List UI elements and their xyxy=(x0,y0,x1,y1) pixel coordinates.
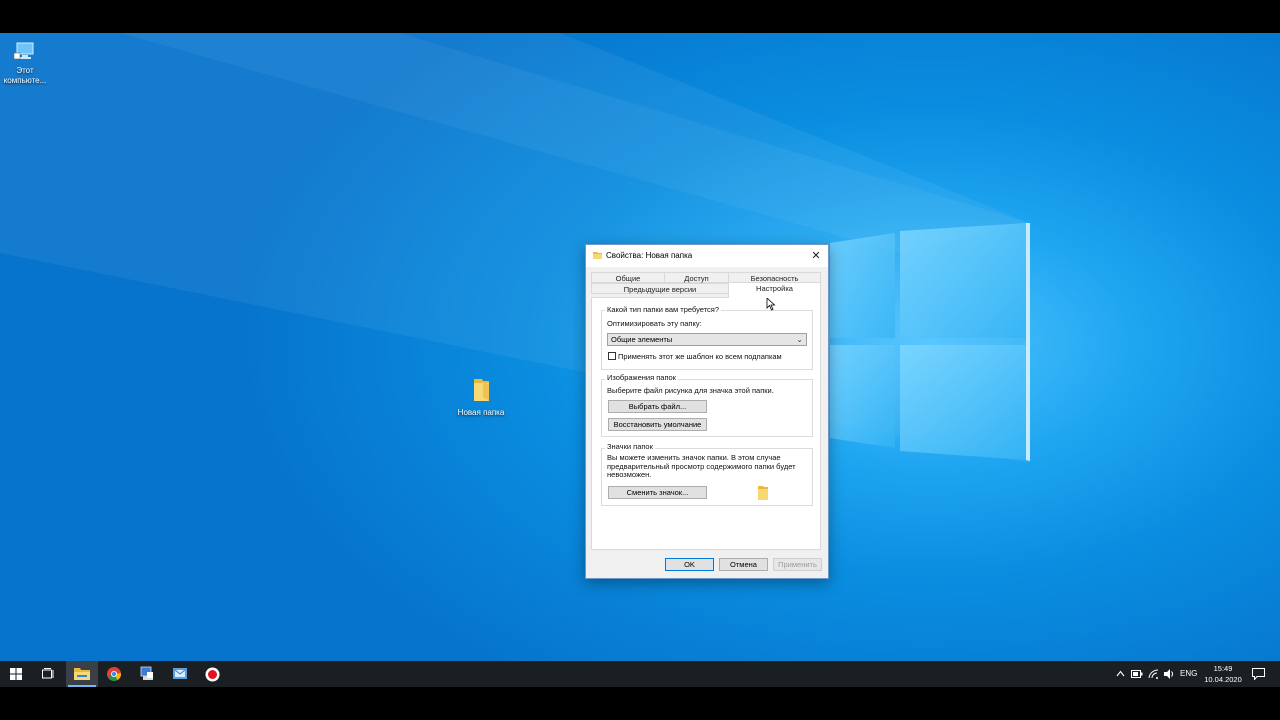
clock-time: 15:49 xyxy=(1213,664,1233,673)
tab-previous-versions-label: Предыдущие версии xyxy=(623,285,697,294)
letterbox-bottom xyxy=(0,687,1280,720)
customize-panel: Какой тип папки вам требуется? Оптимизир… xyxy=(591,297,821,550)
apply-template-checkbox[interactable] xyxy=(608,352,616,360)
close-icon[interactable]: ✕ xyxy=(808,248,824,264)
tab-customize-label: Настройка xyxy=(756,284,793,293)
mail-taskbar-button[interactable] xyxy=(164,661,196,687)
change-icon-button[interactable]: Сменить значок... xyxy=(608,486,707,499)
clock-date: 10.04.2020 xyxy=(1204,675,1242,684)
tab-general-label: Общие xyxy=(615,274,641,283)
this-pc-label-1: Этот xyxy=(16,66,34,75)
mouse-cursor-icon xyxy=(766,297,776,311)
volume-icon[interactable] xyxy=(1164,669,1175,679)
folder-preview-icon xyxy=(758,486,768,500)
record-taskbar-button[interactable] xyxy=(197,661,229,687)
folder-type-legend: Какой тип папки вам требуется? xyxy=(605,305,722,314)
clock[interactable]: 15:49 10.04.2020 xyxy=(1200,663,1246,685)
app-taskbar-button[interactable] xyxy=(131,661,163,687)
optimize-select[interactable]: Общие элементы ⌄ xyxy=(607,333,807,346)
folder-icons-desc-line3: невозможен. xyxy=(607,470,652,480)
apply-button[interactable]: Применить xyxy=(773,558,822,571)
language-indicator[interactable]: ENG xyxy=(1180,669,1197,678)
tab-customize[interactable]: Настройка xyxy=(728,282,821,298)
optimize-select-value: Общие элементы xyxy=(611,335,673,344)
chrome-taskbar-button[interactable] xyxy=(98,661,130,687)
new-folder-desktop-icon[interactable]: Новая папка xyxy=(449,377,513,418)
new-folder-label: Новая папка xyxy=(457,408,505,417)
notification-icon[interactable] xyxy=(1252,668,1265,680)
folder-properties-dialog: Свойства: Новая папка ✕ Общие Доступ Без… xyxy=(585,244,829,579)
tab-previous-versions[interactable]: Предыдущие версии xyxy=(591,283,729,294)
chevron-down-icon: ⌄ xyxy=(796,335,803,344)
file-explorer-taskbar-button[interactable] xyxy=(66,661,98,687)
task-view-icon xyxy=(42,668,54,679)
dialog-titlebar[interactable]: Свойства: Новая папка ✕ xyxy=(586,245,828,267)
folder-icons-desc: Вы можете изменить значок папки. В этом … xyxy=(607,453,796,480)
folder-icon xyxy=(593,252,602,259)
chevron-up-icon[interactable] xyxy=(1116,670,1125,677)
cancel-button[interactable]: Отмена xyxy=(719,558,768,571)
start-button[interactable] xyxy=(0,661,32,687)
mail-icon xyxy=(173,668,187,679)
system-tray: ENG xyxy=(1112,661,1198,687)
this-pc-desktop-icon[interactable]: Этот компьюте... xyxy=(0,41,57,86)
battery-icon[interactable] xyxy=(1131,670,1143,678)
wifi-icon[interactable] xyxy=(1148,669,1159,679)
file-explorer-icon xyxy=(74,668,90,680)
dialog-title: Свойства: Новая папка xyxy=(606,251,693,260)
chrome-icon xyxy=(107,667,121,681)
letterbox-top xyxy=(0,0,1280,33)
app-icon xyxy=(140,666,153,680)
folder-icons-legend: Значки папок xyxy=(605,442,655,451)
choose-file-button[interactable]: Выбрать файл... xyxy=(608,400,707,413)
folder-images-legend: Изображения папок xyxy=(605,373,678,382)
apply-template-label: Применять этот же шаблон ко всем подпапк… xyxy=(618,352,782,361)
restore-default-button[interactable]: Восстановить умолчание xyxy=(608,418,707,431)
taskbar: ENG 15:49 10.04.2020 xyxy=(0,661,1280,687)
ok-button[interactable]: OK xyxy=(665,558,714,571)
folder-icon xyxy=(474,379,489,401)
task-view-button[interactable] xyxy=(32,661,64,687)
folder-images-desc: Выберите файл рисунка для значка этой па… xyxy=(607,386,774,395)
this-pc-label-2: компьюте... xyxy=(3,76,47,85)
tab-sharing[interactable]: Доступ xyxy=(664,272,729,283)
record-icon xyxy=(205,667,220,682)
computer-icon xyxy=(13,42,34,60)
tab-sharing-label: Доступ xyxy=(684,274,709,283)
tab-general[interactable]: Общие xyxy=(591,272,665,283)
start-icon xyxy=(10,668,22,680)
optimize-label: Оптимизировать эту папку: xyxy=(607,319,702,328)
